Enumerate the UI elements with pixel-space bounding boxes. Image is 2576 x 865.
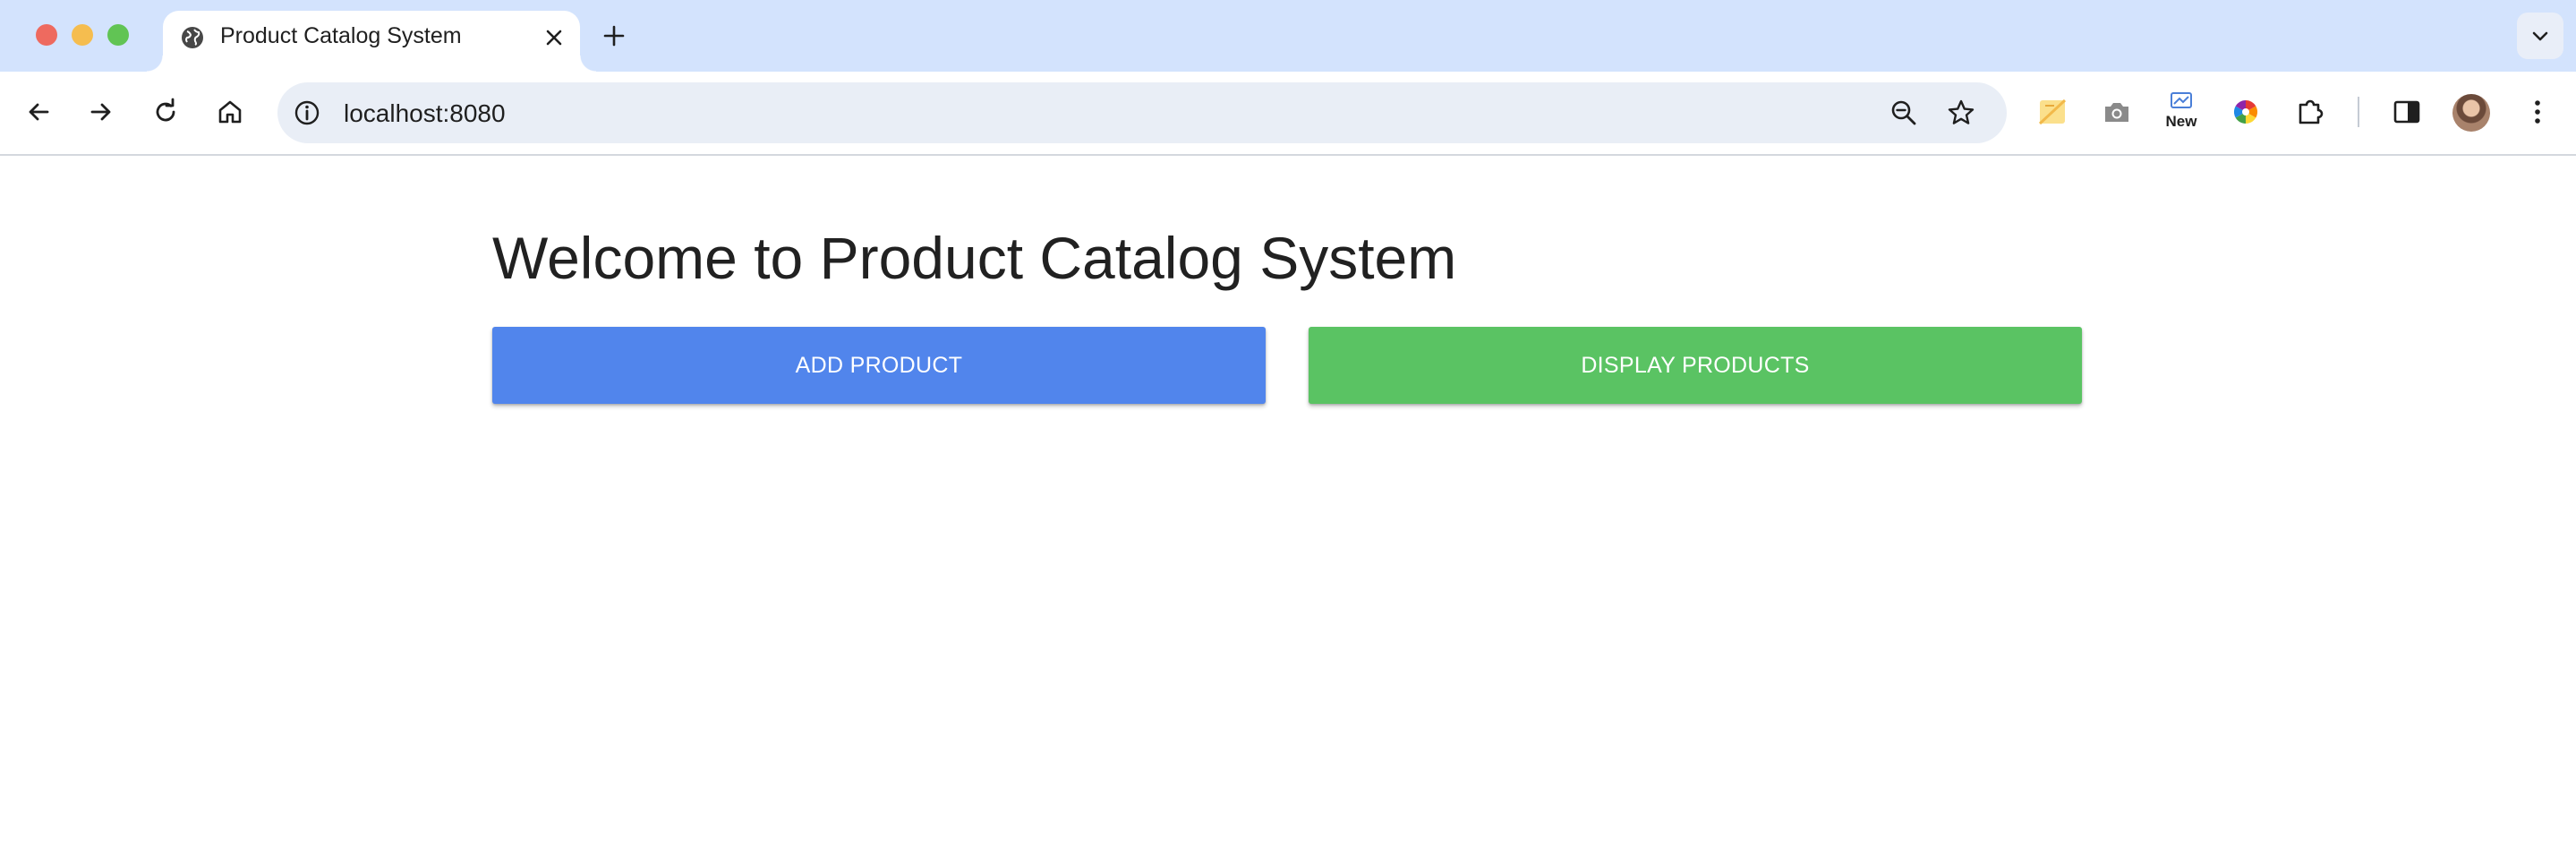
new-badge: New: [2165, 113, 2197, 130]
arrow-left-icon: [29, 103, 49, 121]
reload-icon: [156, 98, 175, 122]
page-content: Welcome to Product Catalog System ADD PR…: [0, 156, 2576, 865]
back-button[interactable]: [18, 91, 59, 133]
close-tab-icon[interactable]: [541, 24, 567, 51]
url-text[interactable]: localhost:8080: [344, 99, 506, 128]
display-products-button[interactable]: DISPLAY PRODUCTS: [1309, 327, 2082, 404]
page-title: Welcome to Product Catalog System: [492, 225, 1457, 291]
forward-button[interactable]: [81, 91, 122, 133]
arrow-right-icon: [90, 103, 111, 121]
new-extension-icon[interactable]: New: [2159, 91, 2204, 136]
tab-strip: Product Catalog System: [0, 0, 2576, 72]
maximize-window-button[interactable]: [107, 24, 129, 46]
chevron-down-icon: [2532, 31, 2548, 41]
address-bar[interactable]: localhost:8080: [277, 82, 2007, 143]
new-tab-icon[interactable]: [600, 21, 628, 50]
puzzle-icon[interactable]: [2290, 91, 2331, 133]
browser-tab[interactable]: Product Catalog System: [147, 11, 596, 72]
close-window-button[interactable]: [36, 24, 57, 46]
home-button[interactable]: [209, 91, 251, 133]
more-menu-icon[interactable]: [2517, 91, 2558, 133]
bookmark-star-icon[interactable]: [1946, 98, 1976, 128]
toolbar-divider: [2358, 97, 2359, 127]
color-wheel-icon[interactable]: [2225, 91, 2266, 133]
minimize-window-button[interactable]: [72, 24, 93, 46]
zoom-icon[interactable]: [1889, 98, 1919, 128]
home-icon: [218, 100, 242, 124]
side-panel-icon[interactable]: [2386, 91, 2427, 133]
camera-icon[interactable]: [2096, 91, 2137, 133]
reload-button[interactable]: [145, 91, 186, 133]
browser-toolbar: localhost:8080 New: [0, 72, 2576, 156]
globe-icon: [179, 24, 206, 51]
tab-search-button[interactable]: [2517, 13, 2563, 59]
sticky-notes-icon[interactable]: [2032, 91, 2073, 133]
profile-avatar[interactable]: [2452, 94, 2490, 132]
tab-title: Product Catalog System: [220, 23, 462, 48]
site-info-icon[interactable]: [292, 98, 322, 128]
add-product-button[interactable]: ADD PRODUCT: [492, 327, 1266, 404]
